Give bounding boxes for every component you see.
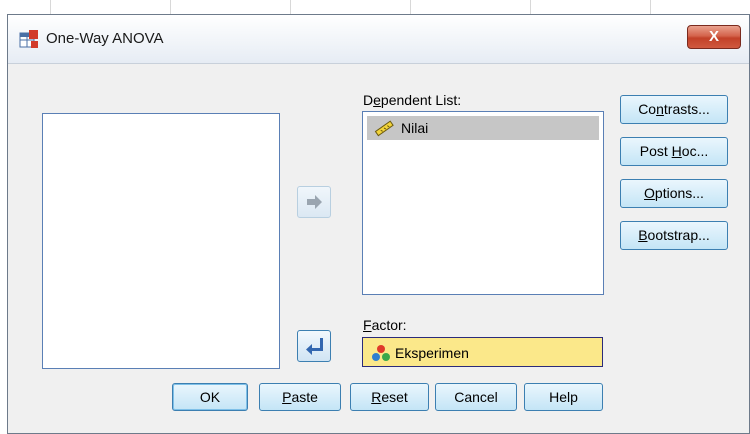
- dependent-item[interactable]: Nilai: [373, 118, 428, 138]
- background-spreadsheet-header: [0, 0, 750, 15]
- bootstrap-button[interactable]: Bootstrap...: [620, 221, 728, 250]
- help-button[interactable]: Help: [524, 383, 603, 411]
- nominal-balls-icon: [372, 345, 390, 361]
- dependent-item-label: Nilai: [401, 120, 429, 136]
- post-hoc-button[interactable]: Post Hoc...: [620, 137, 728, 166]
- close-button[interactable]: X: [687, 25, 741, 49]
- close-icon: X: [708, 28, 719, 45]
- dependent-list-box[interactable]: Nilai: [362, 111, 604, 295]
- move-to-factor-button[interactable]: [297, 330, 331, 362]
- source-variable-list[interactable]: [42, 113, 280, 369]
- paste-button[interactable]: Paste: [259, 383, 341, 411]
- one-way-anova-dialog: One-Way ANOVA X Dependent List: Nilai Fa…: [7, 14, 750, 434]
- move-to-dependent-button[interactable]: [297, 186, 331, 218]
- grid-divider: [410, 0, 411, 14]
- anova-app-icon: [19, 30, 38, 48]
- ruler-scale-icon: [374, 120, 394, 137]
- title-bar[interactable]: One-Way ANOVA X: [8, 15, 749, 64]
- dependent-list-label: Dependent List:: [363, 92, 462, 108]
- factor-item[interactable]: Eksperimen: [371, 343, 469, 363]
- factor-label: Factor:: [363, 317, 407, 333]
- grid-divider: [50, 0, 51, 14]
- contrasts-button[interactable]: Contrasts...: [620, 95, 728, 124]
- grid-divider: [170, 0, 171, 14]
- factor-field[interactable]: Eksperimen: [362, 337, 603, 367]
- arrow-return-left-icon: [306, 338, 323, 355]
- grid-divider: [650, 0, 651, 14]
- arrow-right-icon: [307, 195, 322, 209]
- window-title: One-Way ANOVA: [46, 30, 164, 47]
- factor-item-label: Eksperimen: [395, 345, 469, 361]
- reset-button[interactable]: Reset: [350, 383, 429, 411]
- cancel-button[interactable]: Cancel: [435, 383, 517, 411]
- options-button[interactable]: Options...: [620, 179, 728, 208]
- grid-divider: [530, 0, 531, 14]
- ok-button[interactable]: OK: [172, 383, 248, 411]
- grid-divider: [290, 0, 291, 14]
